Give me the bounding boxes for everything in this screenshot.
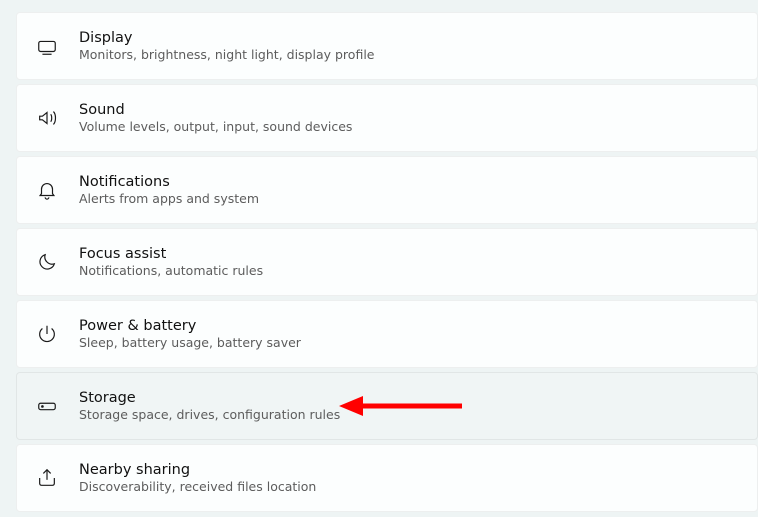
sound-icon (35, 106, 59, 130)
share-icon (35, 466, 59, 490)
settings-item-title: Focus assist (79, 246, 263, 262)
settings-item-subtitle: Monitors, brightness, night light, displ… (79, 47, 374, 62)
settings-item-title: Power & battery (79, 318, 301, 334)
settings-item-title: Display (79, 30, 374, 46)
settings-item-title: Sound (79, 102, 352, 118)
settings-item-nearby-sharing[interactable]: Nearby sharing Discoverability, received… (16, 444, 758, 512)
settings-item-notifications[interactable]: Notifications Alerts from apps and syste… (16, 156, 758, 224)
annotation-arrow-icon (337, 391, 467, 421)
settings-item-power-battery[interactable]: Power & battery Sleep, battery usage, ba… (16, 300, 758, 368)
display-icon (35, 34, 59, 58)
settings-item-subtitle: Sleep, battery usage, battery saver (79, 335, 301, 350)
settings-item-storage[interactable]: Storage Storage space, drives, configura… (16, 372, 758, 440)
system-settings-list: Display Monitors, brightness, night ligh… (16, 12, 758, 512)
settings-item-subtitle: Notifications, automatic rules (79, 263, 263, 278)
settings-item-display[interactable]: Display Monitors, brightness, night ligh… (16, 12, 758, 80)
settings-item-title: Notifications (79, 174, 259, 190)
settings-item-title: Nearby sharing (79, 462, 316, 478)
settings-item-subtitle: Alerts from apps and system (79, 191, 259, 206)
settings-item-subtitle: Storage space, drives, configuration rul… (79, 407, 340, 422)
settings-item-title: Storage (79, 390, 340, 406)
moon-icon (35, 250, 59, 274)
storage-icon (35, 394, 59, 418)
settings-item-focus-assist[interactable]: Focus assist Notifications, automatic ru… (16, 228, 758, 296)
settings-item-subtitle: Discoverability, received files location (79, 479, 316, 494)
bell-icon (35, 178, 59, 202)
settings-item-subtitle: Volume levels, output, input, sound devi… (79, 119, 352, 134)
settings-item-sound[interactable]: Sound Volume levels, output, input, soun… (16, 84, 758, 152)
power-icon (35, 322, 59, 346)
